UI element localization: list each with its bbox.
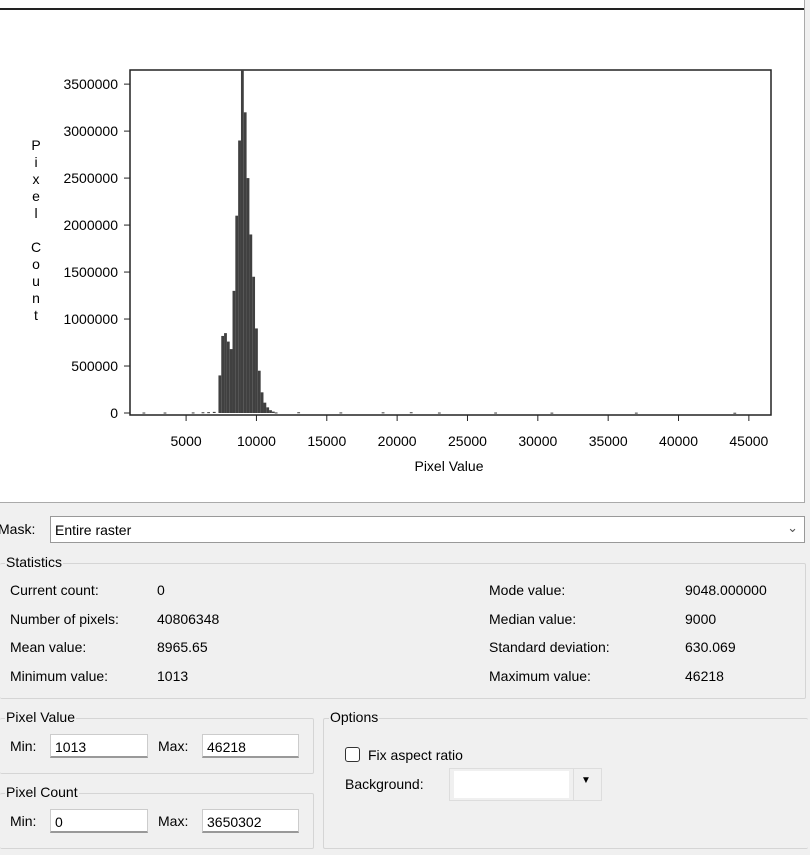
histogram-bar: [263, 402, 267, 413]
x-tick-label: 35000: [589, 433, 628, 449]
histogram-bar: [212, 411, 216, 413]
histogram-bar: [201, 412, 205, 414]
stat-value: 8965.65: [157, 639, 208, 655]
x-tick-label: 30000: [518, 433, 557, 449]
histogram-bar: [226, 341, 230, 413]
chevron-down-icon: ⌄: [787, 520, 798, 535]
histogram-bar: [550, 412, 554, 414]
histogram-bar: [274, 412, 278, 414]
y-tick-label: 1000000: [63, 311, 118, 327]
x-tick-label: 40000: [659, 433, 698, 449]
histogram-bar: [229, 349, 233, 413]
histogram-bar: [297, 412, 301, 414]
histogram-bar: [238, 140, 241, 413]
histogram-bar: [733, 412, 737, 414]
histogram-bar: [218, 375, 222, 413]
stat-value: 9048.000000: [685, 582, 767, 598]
histogram-bar: [243, 112, 247, 413]
x-tick-label: 5000: [171, 433, 202, 449]
pixel-count-min-input[interactable]: 0: [50, 809, 148, 833]
y-tick-label: 0: [110, 405, 118, 421]
histogram-bar: [271, 411, 275, 413]
stat-value: 40806348: [157, 611, 220, 627]
stat-label: Number of pixels:: [10, 611, 119, 627]
y-tick-label: 3000000: [63, 123, 118, 139]
x-tick-label: 25000: [448, 433, 487, 449]
histogram-bar: [249, 234, 253, 413]
stat-label: Mean value:: [10, 639, 87, 655]
pixel-value-min-input[interactable]: 1013: [50, 734, 148, 758]
y-axis-label: Pixel Count: [31, 137, 41, 323]
pixel-count-title: Pixel Count: [5, 784, 79, 800]
histogram-bar: [163, 412, 167, 414]
y-tick-label: 1500000: [63, 264, 118, 280]
histogram-panel: 5000 10000 15000 20000 25000 30000 35000 40000 4…: [0, 0, 805, 503]
pixel-value-min-label: Min:: [10, 738, 37, 754]
y-tick-label: 3500000: [63, 76, 118, 92]
histogram-bar: [257, 370, 261, 413]
histogram-bar: [409, 412, 413, 414]
histogram-bar: [207, 412, 211, 414]
stat-label: Standard deviation:: [489, 639, 610, 655]
mask-label: Mask:: [0, 521, 36, 537]
y-tick-label: 2000000: [63, 217, 118, 233]
stat-label: Current count:: [10, 582, 99, 598]
histogram-bar: [269, 410, 272, 413]
background-label: Background:: [345, 776, 424, 792]
stat-label: Median value:: [489, 611, 577, 627]
mask-dropdown[interactable]: Entire raster ⌄: [50, 516, 805, 543]
histogram-bar: [255, 328, 258, 413]
histogram-bar: [260, 392, 264, 413]
stat-value: 46218: [685, 668, 724, 684]
histogram-bar: [246, 178, 250, 413]
background-color-dropdown[interactable]: ▼: [449, 768, 602, 801]
histogram-bar: [191, 412, 195, 414]
stat-label: Mode value:: [489, 582, 566, 598]
pixel-count-max-input[interactable]: 3650302: [202, 809, 299, 833]
background-color-swatch: [454, 771, 569, 798]
x-tick-label: 45000: [729, 433, 768, 449]
histogram-bar: [232, 290, 236, 413]
options-title: Options: [329, 709, 380, 725]
stat-value: 1013: [157, 668, 189, 684]
histogram-bar: [240, 70, 244, 413]
pixel-value-max-label: Max:: [158, 738, 189, 754]
stat-value: 0: [157, 582, 165, 598]
histogram-bar: [142, 412, 146, 414]
x-tick-label: 15000: [307, 433, 346, 449]
pixel-value-title: Pixel Value: [5, 709, 77, 725]
histogram-bar: [339, 412, 343, 414]
histogram-bar: [235, 215, 239, 413]
histogram-bar: [494, 412, 498, 414]
histogram-bar: [224, 333, 227, 413]
fix-aspect-label[interactable]: Fix aspect ratio: [368, 747, 463, 763]
pixel-count-min-label: Min:: [10, 813, 37, 829]
pixel-count-max-label: Max:: [158, 813, 189, 829]
histogram-bar: [381, 412, 385, 414]
dropdown-arrow-icon: ▼: [581, 775, 591, 786]
histogram-bar: [634, 412, 638, 414]
x-tick-label: 10000: [237, 433, 276, 449]
x-tick-label: 20000: [378, 433, 417, 449]
histogram-bar: [437, 412, 441, 414]
stat-label: Minimum value:: [10, 668, 109, 684]
histogram-bar: [221, 335, 225, 413]
stat-label: Maximum value:: [489, 668, 591, 684]
mask-value: Entire raster: [55, 522, 132, 538]
histogram-chart: 5000 10000 15000 20000 25000 30000 35000 40000 4…: [31, 69, 772, 474]
statistics-title: Statistics: [5, 554, 64, 570]
stat-value: 630.069: [685, 639, 736, 655]
histogram-bar: [252, 276, 256, 413]
stat-value: 9000: [685, 611, 717, 627]
y-tick-label: 500000: [71, 358, 118, 374]
x-axis-label: Pixel Value: [414, 458, 483, 474]
pixel-value-max-input[interactable]: 46218: [202, 734, 299, 758]
histogram-bar: [266, 407, 270, 413]
y-tick-label: 2500000: [63, 170, 118, 186]
fix-aspect-checkbox[interactable]: [345, 747, 360, 762]
